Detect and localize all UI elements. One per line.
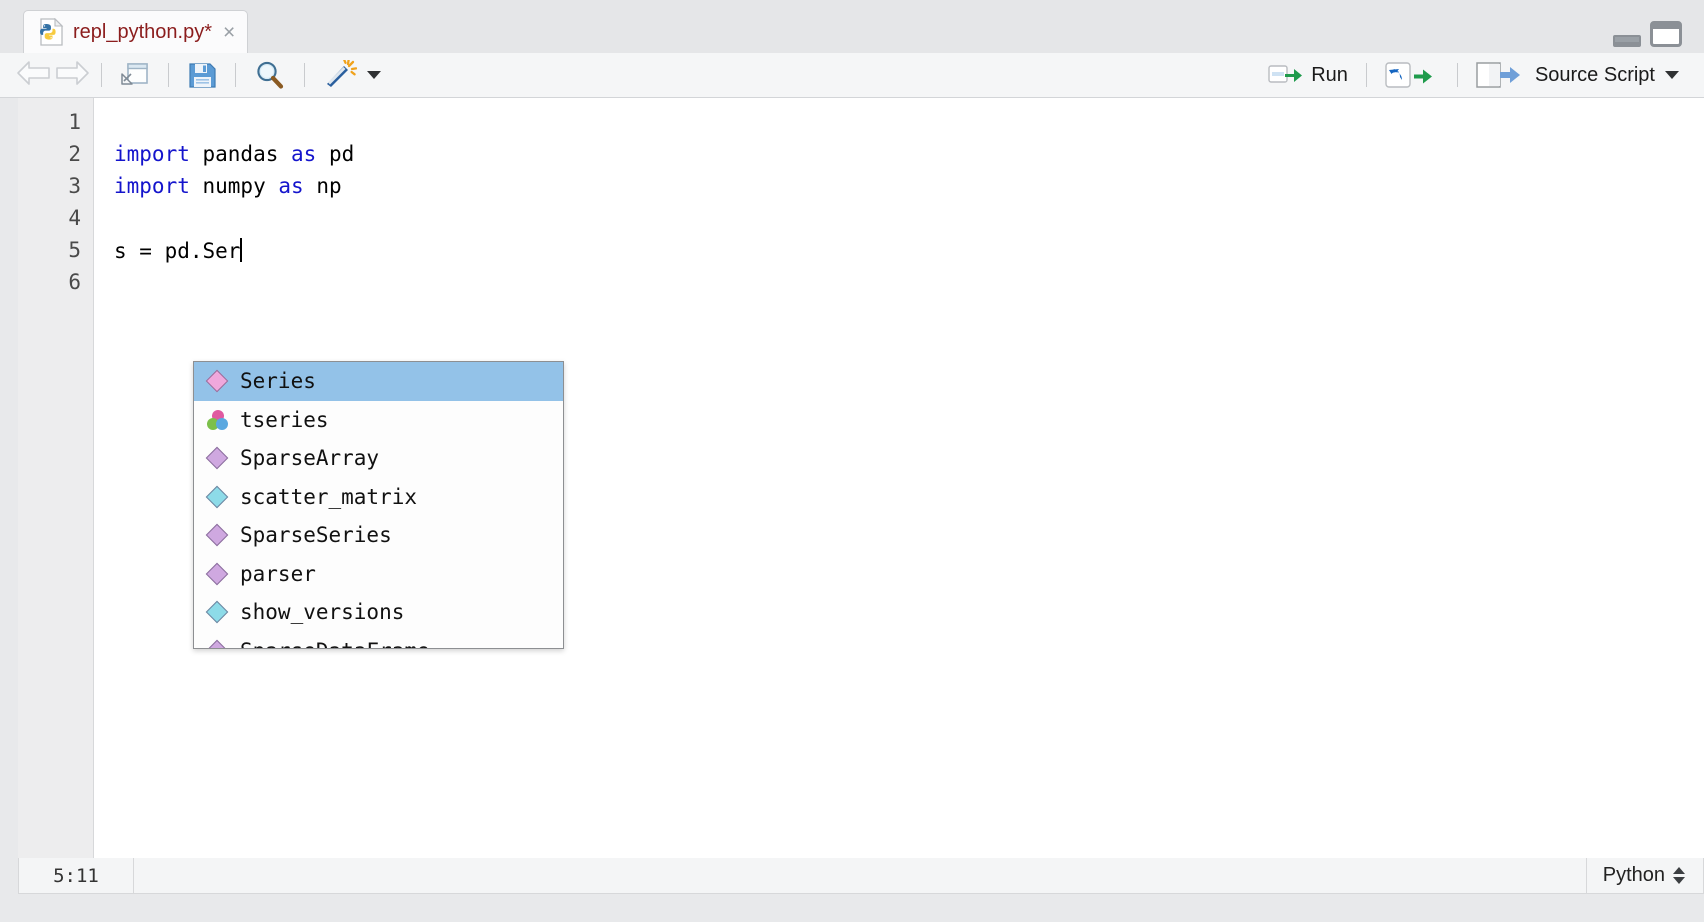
autocomplete-item[interactable]: parser	[194, 555, 563, 594]
toolbar-left-group	[0, 57, 388, 93]
diamond-purple-icon	[206, 450, 228, 466]
venn-circles-icon	[206, 410, 228, 430]
language-selector[interactable]: Python	[1586, 858, 1703, 893]
autocomplete-item[interactable]: SparseArray	[194, 439, 563, 478]
toolbar-separator	[168, 63, 169, 87]
autocomplete-popup[interactable]: Series tseries SparseArray scatter_matrix Sp…	[193, 361, 564, 649]
tab-repl-python-py[interactable]: repl_python.py* ×	[23, 10, 248, 53]
line-number: 3	[68, 174, 81, 198]
autocomplete-item-label: parser	[240, 562, 316, 586]
autocomplete-item-label: SparseDataFrame	[240, 639, 430, 649]
python-file-icon	[38, 18, 64, 46]
autocomplete-item[interactable]: scatter_matrix	[194, 478, 563, 517]
code-line-3: import numpy as np	[114, 174, 342, 198]
editor-toolbar: Run Source Script	[0, 53, 1704, 98]
autocomplete-item[interactable]: tseries	[194, 401, 563, 440]
diamond-purple-icon	[206, 566, 228, 582]
status-bar: 5:11 Python	[18, 858, 1704, 894]
keyword-as: as	[291, 142, 316, 166]
code-text: pandas	[190, 142, 291, 166]
autocomplete-item[interactable]: SparseDataFrame	[194, 632, 563, 650]
language-label: Python	[1603, 864, 1665, 887]
keyword-import: import	[114, 142, 190, 166]
back-arrow-icon[interactable]	[16, 59, 52, 92]
line-number: 6	[68, 270, 81, 294]
toolbar-separator	[101, 63, 102, 87]
window-controls	[1613, 21, 1682, 47]
run-button[interactable]: Run	[1261, 57, 1355, 93]
diamond-cyan-icon	[206, 489, 228, 505]
tab-close-icon[interactable]: ×	[223, 22, 235, 43]
line-number-gutter: 1 2 3 4 5 6	[18, 98, 94, 858]
source-script-button[interactable]: Source Script	[1469, 57, 1686, 93]
autocomplete-item-label: show_versions	[240, 600, 404, 624]
code-line-5: s = pd.Ser	[114, 238, 242, 263]
run-label: Run	[1311, 64, 1348, 87]
autocomplete-item-label: Series	[240, 369, 316, 393]
diamond-purple-icon	[206, 527, 228, 543]
toolbar-separator	[235, 63, 236, 87]
keyword-as: as	[278, 174, 303, 198]
diamond-cyan-icon	[206, 604, 228, 620]
line-number: 1	[68, 110, 81, 134]
autocomplete-item[interactable]: SparseSeries	[194, 516, 563, 555]
maximize-icon[interactable]	[1650, 21, 1682, 47]
tab-title: repl_python.py*	[73, 21, 212, 44]
line-number: 4	[68, 206, 81, 230]
code-editor[interactable]: 1 2 3 4 5 6 import pandas as pd import n…	[18, 98, 1704, 858]
code-tools-button[interactable]	[316, 57, 388, 93]
tab-bar: repl_python.py* ×	[0, 0, 1704, 53]
code-text: np	[304, 174, 342, 198]
minimize-icon[interactable]	[1613, 35, 1641, 47]
cursor-position[interactable]: 5:11	[19, 858, 134, 893]
autocomplete-list[interactable]: Series tseries SparseArray scatter_matrix Sp…	[194, 362, 563, 649]
keyword-import: import	[114, 174, 190, 198]
toolbar-separator	[1457, 63, 1458, 87]
code-text: s = pd.Ser	[114, 239, 240, 263]
autocomplete-item-label: SparseSeries	[240, 523, 392, 547]
line-number: 2	[68, 142, 81, 166]
status-bar-scope[interactable]	[134, 858, 1586, 893]
diamond-purple-icon	[206, 643, 228, 649]
updown-arrows-icon	[1673, 867, 1685, 884]
forward-arrow-icon[interactable]	[54, 59, 90, 92]
autocomplete-item[interactable]: show_versions	[194, 593, 563, 632]
show-in-new-window-button[interactable]	[113, 57, 157, 93]
line-number: 5	[68, 238, 81, 262]
navigation-arrows	[16, 59, 90, 92]
save-button[interactable]	[180, 57, 224, 93]
find-replace-button[interactable]	[247, 57, 293, 93]
source-script-label: Source Script	[1535, 64, 1655, 87]
diamond-pink-icon	[206, 373, 228, 389]
toolbar-right-group: Run Source Script	[1261, 57, 1704, 93]
code-text: numpy	[190, 174, 279, 198]
text-cursor	[240, 238, 242, 262]
autocomplete-item[interactable]: Series	[194, 362, 563, 401]
autocomplete-item-label: scatter_matrix	[240, 485, 417, 509]
code-line-2: import pandas as pd	[114, 142, 354, 166]
toolbar-separator	[304, 63, 305, 87]
rerun-previous-button[interactable]	[1378, 57, 1446, 93]
source-script-caret-down-icon[interactable]	[1665, 71, 1679, 79]
code-tools-caret-down-icon[interactable]	[367, 71, 381, 79]
autocomplete-item-label: SparseArray	[240, 446, 379, 470]
autocomplete-item-label: tseries	[240, 408, 329, 432]
code-text: pd	[316, 142, 354, 166]
rstudio-source-editor-window: repl_python.py* ×	[0, 0, 1704, 922]
toolbar-separator	[1366, 63, 1367, 87]
